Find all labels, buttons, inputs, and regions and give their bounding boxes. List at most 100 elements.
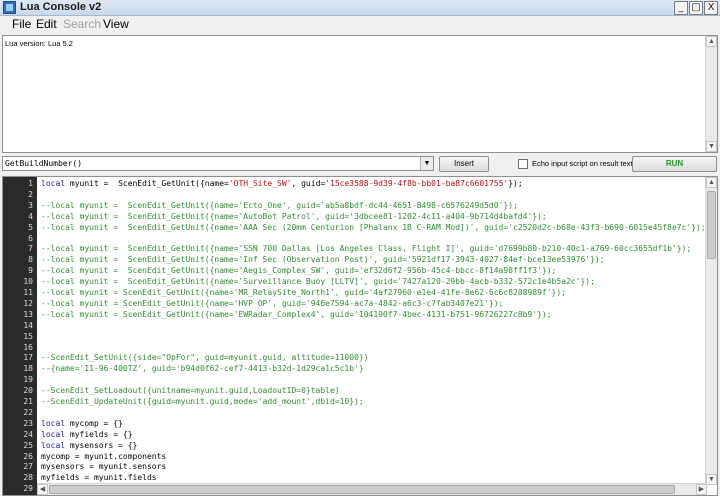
code-line[interactable]: --local myunit = ScenEdit_GetUnit({name=… [41,255,605,266]
code-line[interactable]: local mysensors = {} [41,441,137,452]
chevron-down-icon[interactable]: ▼ [420,157,433,170]
scroll-thumb[interactable] [49,485,675,494]
code-line[interactable]: --local myunit = ScenEdit_GetUnit({name=… [41,223,706,234]
menu-file[interactable]: File [12,17,31,31]
command-input[interactable]: GetBuildNumber() [5,159,82,168]
code-token: local [41,429,66,439]
menu-edit[interactable]: Edit [36,17,57,31]
code-line[interactable]: local myunit = ScenEdit_GetUnit({name='O… [41,179,523,190]
scroll-left-icon[interactable]: ◀ [37,484,48,495]
line-number: 15 [23,331,33,341]
line-number: 5 [28,222,33,232]
code-token: --local myunit = ScenEdit_GetUnit({name=… [41,255,605,265]
maximize-button[interactable]: □ [689,1,703,15]
code-token: mysensors = {} [65,440,138,450]
line-number: 14 [23,320,33,330]
code-token: local [41,440,66,450]
scroll-down-icon[interactable]: ▼ [706,474,717,485]
code-token: '15ce3588-9d39-4f8b-bb01-ba87c6601755' [325,179,509,188]
close-button[interactable]: X [704,1,718,15]
menu-bar: File Edit Search View [0,16,720,33]
scroll-down-icon[interactable]: ▼ [706,141,717,152]
line-number: 20 [23,386,33,396]
line-number: 10 [23,277,33,287]
line-number: 16 [23,342,33,352]
output-scrollbar[interactable]: ▲ ▼ [705,36,717,152]
scroll-thumb[interactable] [707,191,716,259]
code-line[interactable]: --{name='I1-96-400TZ', guid='b94d0f62-ce… [41,364,364,375]
code-token: mysensors = myunit.sensors [41,462,167,472]
code-token: --local myunit = ScenEdit_GetUnit({name=… [41,277,595,287]
run-button[interactable]: RUN [632,156,717,172]
line-number: 11 [23,288,33,297]
line-number: 17 [23,353,33,363]
line-number: 12 [23,298,33,308]
code-line[interactable]: --local myunit = ScenEdit_GetUnit({name=… [41,266,556,277]
code-token: --local myunit = ScenEdit_GetUnit({name=… [41,298,504,308]
line-number: 19 [23,375,33,385]
code-line[interactable]: local myfields = {} [41,430,133,441]
code-line[interactable]: --local myunit = ScenEdit_GetUnit({name=… [41,310,552,321]
command-combo[interactable]: GetBuildNumber() ▼ [2,156,434,171]
line-number: 8 [28,255,33,265]
line-number: 26 [23,451,33,461]
line-number: 3 [28,200,33,210]
line-number: 2 [28,189,33,199]
output-text: Lua version: Lua 5.2 [5,39,73,48]
line-number: 7 [28,244,33,254]
code-token: myfields = myunit.fields [41,473,157,483]
code-line[interactable]: --local myunit = ScenEdit_GetUnit({name=… [41,201,518,212]
line-number: 9 [28,266,33,276]
echo-checkbox[interactable] [518,159,528,169]
script-editor[interactable]: 1 2 3 4 5 6 7 8 9 10 11 12 13 14 15 16 17 18 19 20 21 22 23 24 2… [2,176,718,496]
editor-horizontal-scrollbar[interactable]: ◀ ▶ [37,483,707,495]
code-line[interactable]: --ScenEdit_SetLoadout({unitname=myunit.g… [41,386,340,397]
line-number: 24 [23,429,33,439]
code-token: --ScenEdit_SetUnit({side="OpFor", guid=m… [41,353,369,363]
menu-view[interactable]: View [103,17,129,31]
code-line[interactable]: --local myunit = ScenEdit_GetUnit({name=… [41,299,503,310]
code-line[interactable]: mysensors = myunit.sensors [41,462,166,473]
line-number: 29 [23,484,33,494]
line-number: 21 [23,397,33,406]
code-line[interactable]: --local myunit = ScenEdit_GetUnit({name=… [41,244,691,255]
menu-search: Search [63,17,102,31]
code-token: myunit = ScenEdit_GetUnit({name= [65,179,229,188]
code-line[interactable]: mycomp = myunit.components [41,452,166,463]
line-number: 23 [23,418,33,428]
code-line[interactable]: --local myunit = ScenEdit_GetUnit({name=… [41,288,566,299]
app-icon [3,1,16,14]
code-token: --{name='I1-96-400TZ', guid='b94d0f62-ce… [41,364,364,374]
code-line[interactable]: --local myunit = ScenEdit_GetUnit({name=… [41,212,547,223]
code-token: --local myunit = ScenEdit_GetUnit({name=… [41,222,706,232]
code-token: --local myunit = ScenEdit_GetUnit({name=… [41,244,692,254]
code-token: }); [508,179,523,188]
scroll-up-icon[interactable]: ▲ [706,36,717,47]
code-token: --local myunit = ScenEdit_GetUnit({name=… [41,266,557,276]
title-bar: Lua Console v2 _ □ X [0,0,720,16]
code-token: , guid= [291,179,326,188]
code-token: --local myunit = ScenEdit_GetUnit({name=… [41,288,566,297]
code-line[interactable]: local mycomp = {} [41,419,123,430]
command-row: GetBuildNumber() ▼ Insert Echo input scr… [2,156,718,172]
output-panel[interactable]: Lua version: Lua 5.2 ▲ ▼ [2,35,718,153]
scroll-up-icon[interactable]: ▲ [706,177,717,188]
line-number: 18 [23,364,33,374]
insert-button[interactable]: Insert [439,156,489,172]
line-number: 27 [23,462,33,472]
code-token: --ScenEdit_UpdateUnit({guid=myunit.guid,… [41,397,364,406]
code-token: mycomp = myunit.components [41,451,167,461]
code-line[interactable]: --ScenEdit_UpdateUnit({guid=myunit.guid,… [41,397,364,408]
code-token: local [41,418,66,428]
code-token: mycomp = {} [65,418,123,428]
echo-label: Echo input script on result text [532,159,633,168]
minimize-button[interactable]: _ [674,1,688,15]
scroll-right-icon[interactable]: ▶ [696,484,707,495]
line-number: 1 [28,179,33,188]
line-number: 4 [28,211,33,221]
code-line[interactable]: --ScenEdit_SetUnit({side="OpFor", guid=m… [41,353,369,364]
code-token: --local myunit = ScenEdit_GetUnit({name=… [41,200,518,210]
code-token: myfields = {} [65,429,133,439]
code-line[interactable]: --local myunit = ScenEdit_GetUnit({name=… [41,277,595,288]
editor-vertical-scrollbar[interactable]: ▲ ▼ [705,177,717,485]
